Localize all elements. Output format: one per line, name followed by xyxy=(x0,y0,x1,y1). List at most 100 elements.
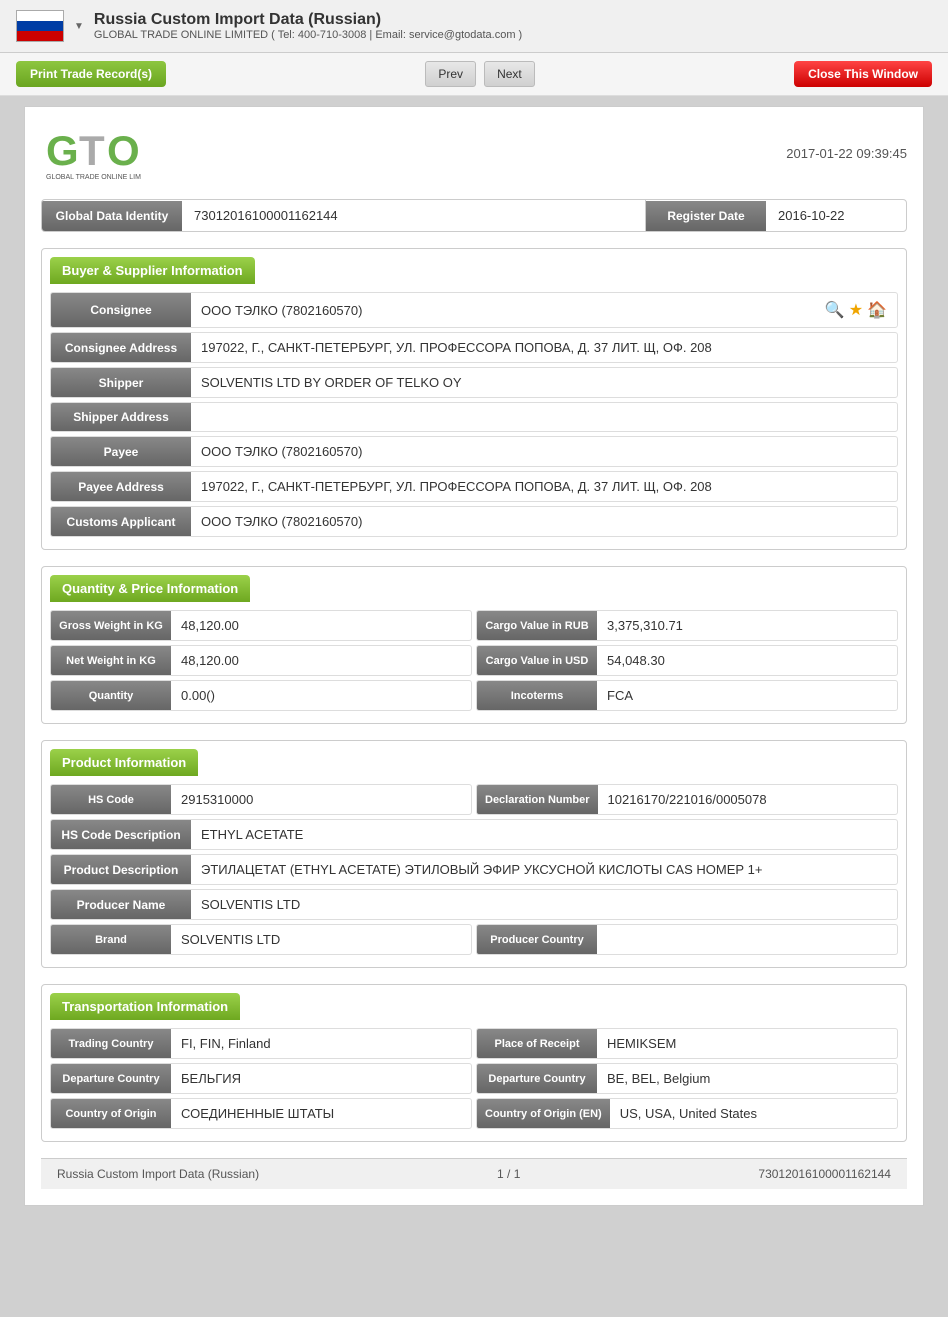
cargo-usd-row: Cargo Value in USD 54,048.30 xyxy=(476,645,898,676)
hs-code-desc-row: HS Code Description ETHYL ACETATE xyxy=(50,819,898,850)
gross-weight-label: Gross Weight in KG xyxy=(51,611,171,640)
gross-cargo-rub-row: Gross Weight in KG 48,120.00 Cargo Value… xyxy=(50,610,898,641)
net-weight-label: Net Weight in KG xyxy=(51,646,171,675)
producer-country-label: Producer Country xyxy=(477,925,597,954)
shipper-value: SOLVENTIS LTD BY ORDER OF TELKO OY xyxy=(191,368,897,397)
trading-country-row: Trading Country FI, FIN, Finland xyxy=(50,1028,472,1059)
top-title: Russia Custom Import Data (Russian) GLOB… xyxy=(94,11,932,41)
product-desc-row: Product Description ЭТИЛАЦЕТАТ (ETHYL AC… xyxy=(50,854,898,885)
toolbar: Print Trade Record(s) Prev Next Close Th… xyxy=(0,53,948,96)
print-button[interactable]: Print Trade Record(s) xyxy=(16,61,166,87)
declaration-number-row: Declaration Number 10216170/221016/00050… xyxy=(476,784,898,815)
consignee-row: Consignee ООО ТЭЛКО (7802160570) 🔍 ★ 🏠 xyxy=(50,292,898,328)
brand-producer-country-row: Brand SOLVENTIS LTD Producer Country xyxy=(50,924,898,955)
consignee-label: Consignee xyxy=(51,293,191,327)
net-weight-value: 48,120.00 xyxy=(171,646,471,675)
consignee-value: ООО ТЭЛКО (7802160570) 🔍 ★ 🏠 xyxy=(191,293,897,327)
hs-code-desc-label: HS Code Description xyxy=(51,820,191,849)
brand-row: Brand SOLVENTIS LTD xyxy=(50,924,472,955)
top-bar: ▼ Russia Custom Import Data (Russian) GL… xyxy=(0,0,948,53)
departure-country-label: Departure Country xyxy=(51,1064,171,1093)
transportation-header: Transportation Information xyxy=(50,993,240,1020)
consignee-address-value: 197022, Г., САНКТ-ПЕТЕРБУРГ, УЛ. ПРОФЕСС… xyxy=(191,333,897,362)
company-info: GLOBAL TRADE ONLINE LIMITED ( Tel: 400-7… xyxy=(94,29,932,41)
producer-country-value xyxy=(597,925,897,954)
declaration-number-value: 10216170/221016/0005078 xyxy=(598,785,897,814)
trading-country-value: FI, FIN, Finland xyxy=(171,1029,471,1058)
prev-button[interactable]: Prev xyxy=(425,61,476,87)
consignee-icons: 🔍 ★ 🏠 xyxy=(825,300,887,320)
register-date-value: 2016-10-22 xyxy=(766,200,906,231)
quantity-value: 0.00() xyxy=(171,681,471,710)
customs-applicant-row: Customs Applicant ООО ТЭЛКО (7802160570) xyxy=(50,506,898,537)
customs-applicant-value: ООО ТЭЛКО (7802160570) xyxy=(191,507,897,536)
next-button[interactable]: Next xyxy=(484,61,535,87)
incoterms-label: Incoterms xyxy=(477,681,597,710)
payee-address-label: Payee Address xyxy=(51,472,191,501)
logo-svg: G T O GLOBAL TRADE ONLINE LIMITED xyxy=(41,123,141,183)
shipper-address-row: Shipper Address xyxy=(50,402,898,432)
buyer-supplier-header: Buyer & Supplier Information xyxy=(50,257,255,284)
footer-left: Russia Custom Import Data (Russian) xyxy=(57,1167,259,1181)
record-datetime: 2017-01-22 09:39:45 xyxy=(786,146,907,161)
hs-code-desc-value: ETHYL ACETATE xyxy=(191,820,897,849)
country-origin-en-row: Country of Origin (EN) US, USA, United S… xyxy=(476,1098,898,1129)
global-data-identity-label: Global Data Identity xyxy=(42,201,182,231)
country-origin-en-label: Country of Origin (EN) xyxy=(477,1099,610,1128)
shipper-label: Shipper xyxy=(51,368,191,397)
payee-address-value: 197022, Г., САНКТ-ПЕТЕРБУРГ, УЛ. ПРОФЕСС… xyxy=(191,472,897,501)
gross-weight-value: 48,120.00 xyxy=(171,611,471,640)
origin-rows: Country of Origin СОЕДИНЕННЫЕ ШТАТЫ Coun… xyxy=(50,1098,898,1129)
footer-bar: Russia Custom Import Data (Russian) 1 / … xyxy=(41,1158,907,1189)
cargo-usd-label: Cargo Value in USD xyxy=(477,646,597,675)
quantity-price-body: Gross Weight in KG 48,120.00 Cargo Value… xyxy=(42,602,906,723)
identity-row: Global Data Identity 7301201610000116214… xyxy=(41,199,907,232)
product-desc-label: Product Description xyxy=(51,855,191,884)
quantity-price-title: Quantity & Price Information xyxy=(62,581,238,596)
svg-text:GLOBAL TRADE ONLINE LIMITED: GLOBAL TRADE ONLINE LIMITED xyxy=(46,174,141,181)
quantity-price-section: Quantity & Price Information Gross Weigh… xyxy=(41,566,907,724)
search-icon[interactable]: 🔍 xyxy=(825,300,845,320)
net-weight-row: Net Weight in KG 48,120.00 xyxy=(50,645,472,676)
product-section: Product Information HS Code 2915310000 D… xyxy=(41,740,907,968)
footer-right: 73012016100001162144 xyxy=(758,1167,891,1181)
country-origin-en-value: US, USA, United States xyxy=(610,1099,897,1128)
shipper-address-value xyxy=(191,403,897,431)
home-icon[interactable]: 🏠 xyxy=(867,300,887,320)
flag-icon xyxy=(16,10,64,42)
payee-row: Payee ООО ТЭЛКО (7802160570) xyxy=(50,436,898,467)
departure-country-en-label: Departure Country xyxy=(477,1064,597,1093)
payee-value: ООО ТЭЛКО (7802160570) xyxy=(191,437,897,466)
quantity-incoterms-row: Quantity 0.00() Incoterms FCA xyxy=(50,680,898,711)
buyer-supplier-title: Buyer & Supplier Information xyxy=(62,263,243,278)
flag-dropdown[interactable]: ▼ xyxy=(74,21,84,32)
place-of-receipt-value: HEMIKSEM xyxy=(597,1029,897,1058)
svg-text:G: G xyxy=(46,127,79,174)
trading-country-label: Trading Country xyxy=(51,1029,171,1058)
record-header: G T O GLOBAL TRADE ONLINE LIMITED 2017-0… xyxy=(41,123,907,183)
producer-name-label: Producer Name xyxy=(51,890,191,919)
gross-weight-row: Gross Weight in KG 48,120.00 xyxy=(50,610,472,641)
shipper-row: Shipper SOLVENTIS LTD BY ORDER OF TELKO … xyxy=(50,367,898,398)
producer-name-value: SOLVENTIS LTD xyxy=(191,890,897,919)
producer-name-row: Producer Name SOLVENTIS LTD xyxy=(50,889,898,920)
star-icon[interactable]: ★ xyxy=(849,300,863,320)
buyer-supplier-body: Consignee ООО ТЭЛКО (7802160570) 🔍 ★ 🏠 C… xyxy=(42,284,906,549)
brand-value: SOLVENTIS LTD xyxy=(171,925,471,954)
product-desc-value: ЭТИЛАЦЕТАТ (ETHYL ACETATE) ЭТИЛОВЫЙ ЭФИР… xyxy=(191,855,897,884)
producer-country-row: Producer Country xyxy=(476,924,898,955)
register-date-label: Register Date xyxy=(646,201,766,231)
close-button[interactable]: Close This Window xyxy=(794,61,932,87)
departure-country-value: БЕЛЬГИЯ xyxy=(171,1064,471,1093)
departure-country-ru-row: Departure Country БЕЛЬГИЯ xyxy=(50,1063,472,1094)
shipper-address-label: Shipper Address xyxy=(51,403,191,431)
country-origin-ru-row: Country of Origin СОЕДИНЕННЫЕ ШТАТЫ xyxy=(50,1098,472,1129)
main-content: G T O GLOBAL TRADE ONLINE LIMITED 2017-0… xyxy=(24,106,924,1206)
svg-text:T: T xyxy=(79,127,105,174)
cargo-rub-row: Cargo Value in RUB 3,375,310.71 xyxy=(476,610,898,641)
net-cargo-usd-row: Net Weight in KG 48,120.00 Cargo Value i… xyxy=(50,645,898,676)
trading-receipt-row: Trading Country FI, FIN, Finland Place o… xyxy=(50,1028,898,1059)
departure-country-en-row: Departure Country BE, BEL, Belgium xyxy=(476,1063,898,1094)
hs-code-value: 2915310000 xyxy=(171,785,471,814)
place-of-receipt-label: Place of Receipt xyxy=(477,1029,597,1058)
